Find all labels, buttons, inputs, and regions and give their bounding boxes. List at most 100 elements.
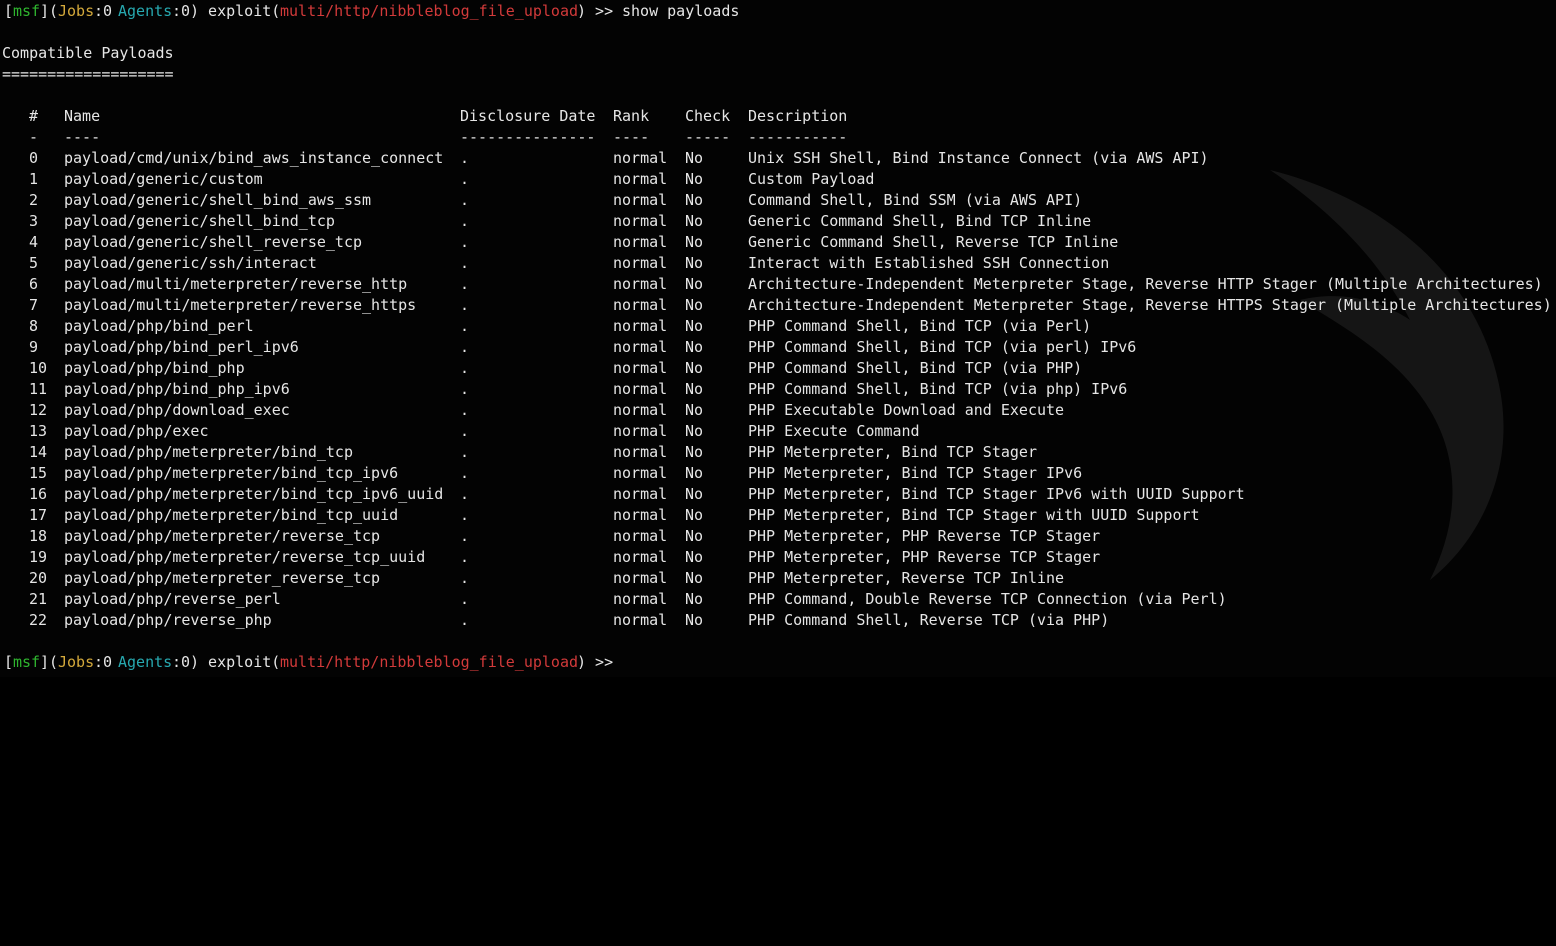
- table-header-underline: - ---- --------------- ---- ----- ------…: [0, 127, 847, 148]
- table-row: 9 payload/php/bind_perl_ipv6 . normal No…: [0, 337, 1136, 358]
- row-name: payload/generic/shell_reverse_tcp: [64, 233, 363, 251]
- row-num: 9: [29, 338, 39, 356]
- table-row: 18 payload/php/meterpreter/reverse_tcp .…: [0, 526, 1100, 547]
- row-date: .: [460, 359, 470, 377]
- row-rank: normal: [613, 380, 668, 398]
- row-num: 8: [29, 317, 39, 335]
- col-underline-rank: ----: [613, 128, 650, 146]
- row-name: payload/php/bind_php_ipv6: [64, 380, 290, 398]
- row-date: .: [460, 527, 470, 545]
- row-name: payload/php/exec: [64, 422, 209, 440]
- row-desc: PHP Command Shell, Bind TCP (via Perl): [748, 317, 1092, 335]
- row-rank: normal: [613, 317, 668, 335]
- row-num: 21: [29, 590, 48, 608]
- table-header: # Name Disclosure Date Rank Check Descri…: [0, 106, 847, 127]
- table-row: 15 payload/php/meterpreter/bind_tcp_ipv6…: [0, 463, 1082, 484]
- row-num: 14: [29, 443, 48, 461]
- row-date: .: [460, 296, 470, 314]
- row-date: .: [460, 464, 470, 482]
- row-desc: PHP Meterpreter, Bind TCP Stager with UU…: [748, 506, 1200, 524]
- row-num: 2: [29, 191, 39, 209]
- prompt-jobs-count: 0: [103, 2, 113, 20]
- row-date: .: [460, 443, 470, 461]
- prompt-suffix: ) >>: [577, 2, 614, 20]
- kali-dragon-watermark-icon: [1270, 170, 1504, 580]
- table-row: 21 payload/php/reverse_perl . normal No …: [0, 589, 1227, 610]
- row-name: payload/php/meterpreter/reverse_tcp_uuid: [64, 548, 426, 566]
- row-desc: Unix SSH Shell, Bind Instance Connect (v…: [748, 149, 1209, 167]
- table-row: 10 payload/php/bind_php . normal No PHP …: [0, 358, 1082, 379]
- row-check: No: [685, 380, 704, 398]
- row-num: 10: [29, 359, 48, 377]
- row-check: No: [685, 296, 704, 314]
- row-rank: normal: [613, 191, 668, 209]
- row-name: payload/php/bind_perl_ipv6: [64, 338, 299, 356]
- row-desc: Interact with Established SSH Connection: [748, 254, 1110, 272]
- row-desc: Command Shell, Bind SSM (via AWS API): [748, 191, 1083, 209]
- prompt-colon-1: :: [94, 2, 104, 20]
- col-header-desc: Description: [748, 107, 848, 125]
- row-desc: Generic Command Shell, Bind TCP Inline: [748, 212, 1092, 230]
- row-desc: PHP Meterpreter, PHP Reverse TCP Stager: [748, 548, 1101, 566]
- row-date: .: [460, 401, 470, 419]
- row-date: .: [460, 548, 470, 566]
- row-check: No: [685, 317, 704, 335]
- col-underline-name: ----: [64, 128, 101, 146]
- table-row: 8 payload/php/bind_perl . normal No PHP …: [0, 316, 1091, 337]
- row-check: No: [685, 422, 704, 440]
- row-desc: PHP Command Shell, Bind TCP (via PHP): [748, 359, 1083, 377]
- row-num: 0: [29, 149, 39, 167]
- row-rank: normal: [613, 401, 668, 419]
- row-name: payload/php/meterpreter/bind_tcp: [64, 443, 353, 461]
- prompt-bracket-paren: ](: [40, 653, 59, 671]
- row-desc: PHP Command Shell, Bind TCP (via perl) I…: [748, 338, 1137, 356]
- row-name: payload/multi/meterpreter/reverse_https: [64, 296, 417, 314]
- row-name: payload/generic/custom: [64, 170, 263, 188]
- row-desc: Generic Command Shell, Reverse TCP Inlin…: [748, 233, 1119, 251]
- row-num: 15: [29, 464, 48, 482]
- row-name: payload/php/download_exec: [64, 401, 290, 419]
- row-num: 13: [29, 422, 48, 440]
- table-row: 1 payload/generic/custom . normal No Cus…: [0, 169, 874, 190]
- row-rank: normal: [613, 254, 668, 272]
- row-rank: normal: [613, 149, 668, 167]
- row-num: 3: [29, 212, 39, 230]
- row-date: .: [460, 380, 470, 398]
- row-date: .: [460, 275, 470, 293]
- prompt-exploit-prefix: ) exploit(: [190, 2, 281, 20]
- row-name: payload/php/bind_php: [64, 359, 245, 377]
- row-check: No: [685, 443, 704, 461]
- row-check: No: [685, 149, 704, 167]
- row-num: 17: [29, 506, 48, 524]
- row-date: .: [460, 149, 470, 167]
- row-name: payload/php/bind_perl: [64, 317, 254, 335]
- table-row: 20 payload/php/meterpreter_reverse_tcp .…: [0, 568, 1064, 589]
- row-rank: normal: [613, 527, 668, 545]
- row-name: payload/generic/shell_bind_tcp: [64, 212, 335, 230]
- row-rank: normal: [613, 464, 668, 482]
- row-rank: normal: [613, 296, 668, 314]
- row-name: payload/multi/meterpreter/reverse_http: [64, 275, 408, 293]
- col-header-name: Name: [64, 107, 101, 125]
- section-title-line: Compatible Payloads: [0, 43, 174, 64]
- prompt-colon-2: :: [172, 653, 182, 671]
- table-row: 2 payload/generic/shell_bind_aws_ssm . n…: [0, 190, 1082, 211]
- prompt-line-2[interactable]: [ msf ]( Jobs : 0 Agents : 0 ) exploit( …: [0, 652, 613, 673]
- prompt-agents-count: 0: [181, 653, 191, 671]
- row-name: payload/generic/shell_bind_aws_ssm: [64, 191, 372, 209]
- prompt-suffix: ) >>: [577, 653, 614, 671]
- row-check: No: [685, 590, 704, 608]
- row-date: .: [460, 422, 470, 440]
- row-check: No: [685, 212, 704, 230]
- row-rank: normal: [613, 443, 668, 461]
- prompt-exploit-prefix: ) exploit(: [190, 653, 281, 671]
- row-rank: normal: [613, 569, 668, 587]
- row-rank: normal: [613, 590, 668, 608]
- row-name: payload/php/reverse_perl: [64, 590, 281, 608]
- row-rank: normal: [613, 359, 668, 377]
- row-rank: normal: [613, 548, 668, 566]
- col-underline-desc: -----------: [748, 128, 848, 146]
- table-row: 7 payload/multi/meterpreter/reverse_http…: [0, 295, 1552, 316]
- terminal-window[interactable]: [ msf ]( Jobs : 0 Agents : 0 ) exploit( …: [0, 0, 1556, 677]
- row-num: 18: [29, 527, 48, 545]
